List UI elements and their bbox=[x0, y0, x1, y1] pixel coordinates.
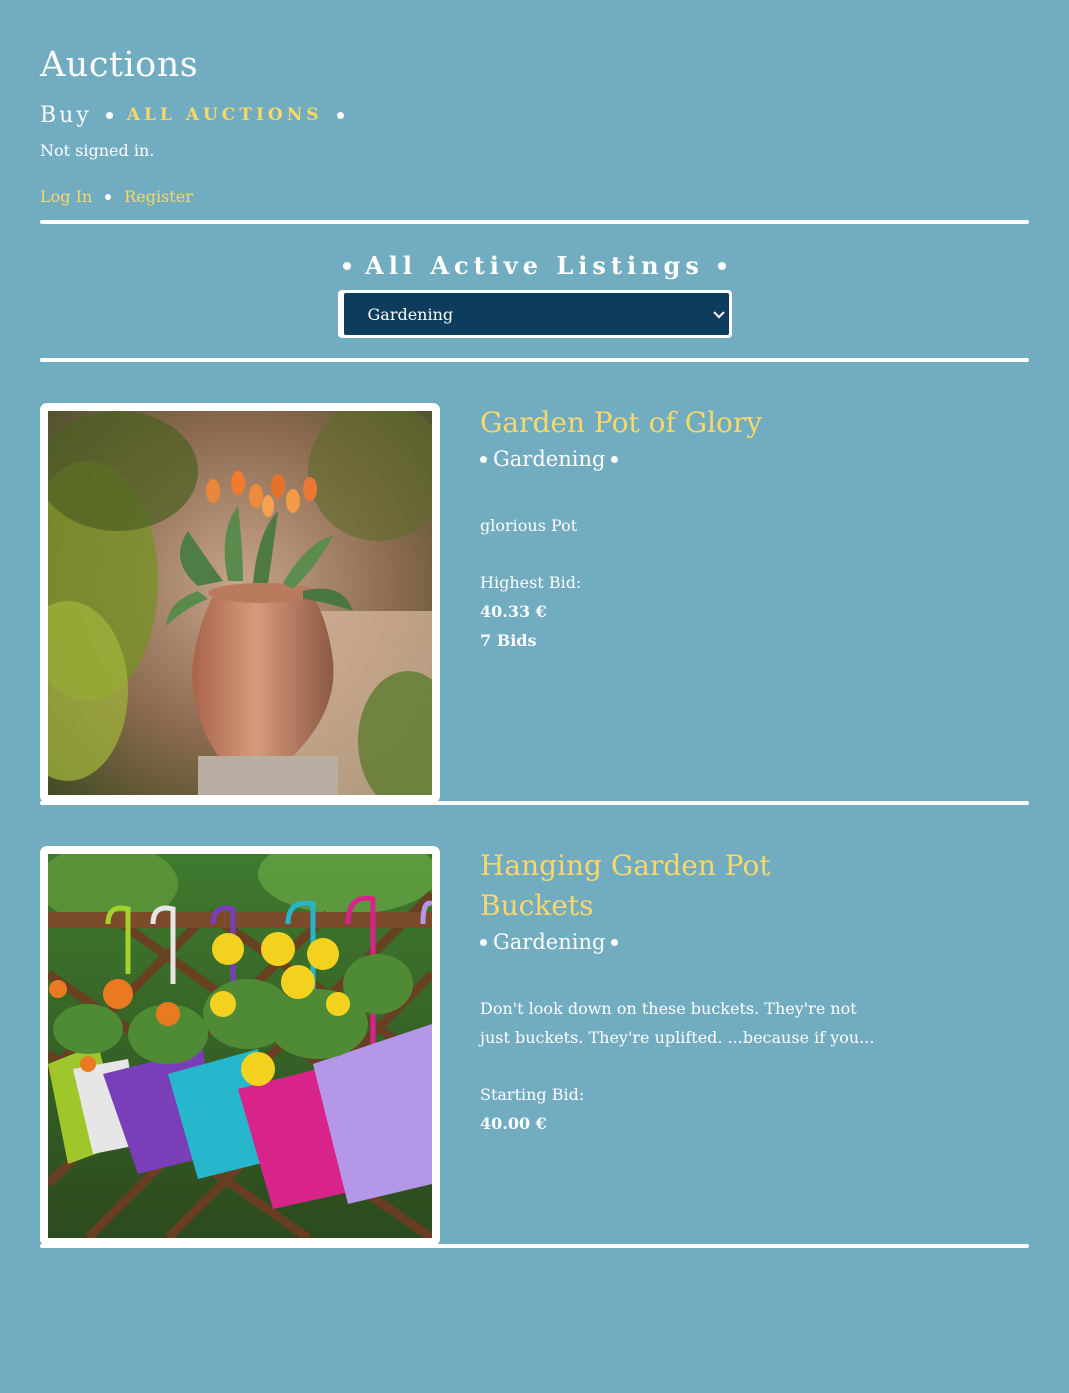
listing-title-link[interactable]: Garden Pot of Glory bbox=[480, 403, 880, 443]
main-nav: Buy ALL AUCTIONS bbox=[40, 100, 1029, 130]
nav-all-auctions-link[interactable]: ALL AUCTIONS bbox=[127, 105, 323, 125]
listing-category: Gardening bbox=[480, 445, 880, 473]
category-dot bbox=[480, 455, 487, 463]
nav-separator-dot bbox=[336, 111, 344, 119]
listing-description: glorious Pot bbox=[480, 516, 578, 535]
nav-separator-dot bbox=[105, 111, 113, 119]
bid-count: 7 Bids bbox=[480, 631, 537, 650]
register-link[interactable]: Register bbox=[124, 186, 193, 208]
listing-item: Garden Pot of Glory Gardening glorious P… bbox=[40, 362, 1029, 803]
site-title: Auctions bbox=[40, 45, 199, 85]
bid-value: 40.33 € bbox=[480, 602, 547, 621]
auth-separator-dot bbox=[105, 194, 112, 200]
listing-info: Hanging Garden Pot Buckets Gardening Don… bbox=[480, 846, 880, 1244]
listing-title-link[interactable]: Hanging Garden Pot Buckets bbox=[480, 846, 880, 926]
listings-heading: All Active Listings bbox=[329, 252, 740, 280]
listing-info: Garden Pot of Glory Gardening glorious P… bbox=[480, 403, 880, 801]
listing-image-hanging-buckets bbox=[48, 854, 432, 1238]
bid-label: Highest Bid: bbox=[480, 573, 582, 592]
login-link[interactable]: Log In bbox=[40, 186, 92, 208]
category-filter: All Active Listings Gardening bbox=[40, 224, 1029, 338]
page: Auctions Buy ALL AUCTIONS Not signed in.… bbox=[40, 0, 1029, 1248]
category-dot bbox=[611, 455, 619, 463]
listing-description: Don't look down on these buckets. They'r… bbox=[480, 999, 875, 1047]
category-dot bbox=[480, 938, 487, 946]
nav-buy-label: Buy bbox=[40, 102, 92, 128]
bid-value: 40.00 € bbox=[480, 1114, 547, 1133]
listing-category-text: Gardening bbox=[493, 447, 606, 471]
listing-category: Gardening bbox=[480, 928, 880, 956]
auth-links: Log In Register bbox=[40, 186, 1029, 208]
listing-image-frame[interactable] bbox=[40, 846, 440, 1246]
category-dot bbox=[611, 938, 619, 946]
listings-heading-text: All Active Listings bbox=[365, 251, 704, 280]
listing-category-text: Gardening bbox=[493, 930, 606, 954]
heading-dot bbox=[343, 262, 352, 270]
auth-status-text: Not signed in. bbox=[40, 141, 155, 160]
category-select-frame: Gardening bbox=[337, 290, 732, 338]
listing-image-frame[interactable] bbox=[40, 403, 440, 803]
category-select[interactable]: Gardening bbox=[343, 293, 729, 335]
listing-item: Hanging Garden Pot Buckets Gardening Don… bbox=[40, 805, 1029, 1246]
category-select-value: Gardening bbox=[367, 304, 454, 324]
heading-dot bbox=[717, 262, 726, 270]
chevron-down-icon bbox=[712, 307, 725, 319]
listing-image-terracotta-pot bbox=[48, 411, 432, 795]
bid-label: Starting Bid: bbox=[480, 1085, 585, 1104]
